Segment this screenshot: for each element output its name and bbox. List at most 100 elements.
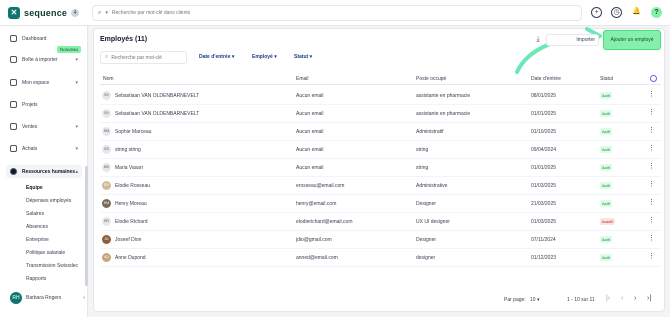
- more-vertical-icon[interactable]: ⋮: [648, 126, 655, 134]
- sidebar-subitem-salaires[interactable]: Salaires: [26, 211, 44, 217]
- user-profile[interactable]: RH Barbara Rogers ›: [10, 292, 85, 304]
- table-row[interactable]: JD Joseef Dion jdio@gmail.com Designer 0…: [100, 231, 661, 249]
- sidebar-item-projets[interactable]: Projets: [6, 98, 82, 111]
- table-row[interactable]: MV Maria Vasari Aucun email string 01/01…: [100, 159, 661, 177]
- page-range: 1 - 10 sur 11: [567, 297, 595, 303]
- bell-icon[interactable]: 🔔: [631, 7, 642, 18]
- help-icon[interactable]: ?: [651, 7, 662, 18]
- app-logo[interactable]: ✕ sequence 4: [8, 7, 80, 19]
- column-header-statut[interactable]: Statut: [600, 76, 613, 82]
- column-header-nom[interactable]: Nom: [103, 76, 114, 82]
- chevron-down-icon: ▾: [309, 54, 313, 60]
- people-icon: [10, 168, 17, 175]
- more-vertical-icon[interactable]: ⋮: [648, 144, 655, 152]
- avatar: JD: [102, 235, 111, 244]
- new-badge: Nouveau: [57, 46, 82, 53]
- add-employee-button[interactable]: Ajouter un employé: [603, 30, 661, 50]
- top-bar: ✕ sequence 4 ⌕ ▾ + ◷ 🔔 ?: [0, 0, 670, 26]
- table-row[interactable]: SS string string Aucun email string 09/0…: [100, 141, 661, 159]
- employee-email: henry@email.com: [296, 201, 337, 207]
- more-vertical-icon[interactable]: ⋮: [648, 108, 655, 116]
- per-page-label: Par page:: [504, 297, 526, 303]
- global-search-input[interactable]: [111, 10, 412, 16]
- sidebar-subitem-rapports[interactable]: Rapports: [26, 276, 46, 282]
- filter-employe[interactable]: Employé ▾: [252, 54, 277, 60]
- sidebar-subitem-depenses[interactable]: Dépenses employés: [26, 198, 71, 204]
- status-badge: Actif: [600, 92, 612, 99]
- employee-date: 01/10/2025: [531, 129, 557, 135]
- sidebar-subitem-entreprise[interactable]: Entreprise: [26, 237, 49, 243]
- next-page-icon[interactable]: ›: [634, 295, 636, 302]
- sidebar-item-mon-espace[interactable]: Mon espace ▾: [6, 76, 82, 89]
- chevron-down-icon: ▾: [75, 145, 78, 152]
- employee-email: Aucun email: [296, 129, 324, 135]
- chevron-down-icon[interactable]: ▾: [105, 10, 108, 16]
- logo-text: sequence: [24, 8, 68, 18]
- table-row[interactable]: HM Henry Moreau henry@email.com Designer…: [100, 195, 661, 213]
- plus-circle-icon[interactable]: +: [591, 7, 602, 18]
- status-badge: Actif: [600, 254, 612, 261]
- avatar: RH: [10, 292, 22, 304]
- last-page-icon[interactable]: ›|: [647, 295, 651, 302]
- employee-email: Aucun email: [296, 165, 324, 171]
- more-vertical-icon[interactable]: ⋮: [648, 180, 655, 188]
- global-search[interactable]: ⌕ ▾: [92, 5, 582, 21]
- clock-icon[interactable]: ◷: [611, 7, 622, 18]
- download-icon[interactable]: ⤓: [532, 34, 544, 46]
- sidebar-subitem-swissdec[interactable]: Transmission Swissdec: [26, 263, 78, 269]
- sidebar-scrollbar[interactable]: [85, 166, 88, 286]
- column-header-date[interactable]: Date d'entrée: [531, 76, 561, 82]
- more-vertical-icon[interactable]: ⋮: [648, 198, 655, 206]
- employee-name: string string: [115, 147, 141, 153]
- sidebar-item-ventes[interactable]: Ventes ▾: [6, 120, 82, 133]
- chevron-down-icon: ▾: [75, 56, 78, 63]
- employee-date: 01/01/2025: [531, 165, 557, 171]
- chevron-up-icon: ▴: [75, 168, 78, 175]
- avatar: ER: [102, 181, 111, 190]
- more-vertical-icon[interactable]: ⋮: [648, 252, 655, 260]
- sidebar-subitem-equipe[interactable]: Equipe: [26, 185, 43, 191]
- filter-date-entree[interactable]: Date d'entrée ▾: [199, 54, 234, 60]
- employee-name: Sophie Marceau: [115, 129, 152, 135]
- column-settings-icon[interactable]: [650, 75, 657, 82]
- status-badge: Actif: [600, 128, 612, 135]
- prev-page-icon[interactable]: ‹: [621, 295, 623, 302]
- user-name: Barbara Rogers: [26, 295, 62, 301]
- table-row[interactable]: ER Elodie Richard elodierichard@email.co…: [100, 213, 661, 231]
- table-search-input[interactable]: [111, 54, 182, 61]
- sidebar-subitem-politique[interactable]: Politique salariale: [26, 250, 65, 256]
- sidebar-item-ressources-humaines[interactable]: Ressources humaines ▴: [6, 165, 82, 178]
- more-vertical-icon[interactable]: ⋮: [648, 162, 655, 170]
- search-icon: ⌕: [98, 9, 102, 16]
- avatar: SV: [102, 109, 111, 118]
- more-vertical-icon[interactable]: ⋮: [648, 234, 655, 242]
- import-button[interactable]: Importer: [546, 34, 599, 46]
- per-page-select[interactable]: 10 ▾: [530, 297, 539, 303]
- table-row[interactable]: ER Elodie Rosseau erosseau@email.com Adm…: [100, 177, 661, 195]
- status-badge: Actif: [600, 110, 612, 117]
- table-row[interactable]: SM Sophie Marceau Aucun email Administra…: [100, 123, 661, 141]
- table-row[interactable]: SV Sebastiaan VAN OLDENBARNEVELT Aucun e…: [100, 87, 661, 105]
- logo-mark-icon: ✕: [8, 7, 20, 19]
- chevron-down-icon: ▾: [536, 297, 540, 303]
- table-row[interactable]: SV Sebastiaan VAN OLDENBARNEVELT Aucun e…: [100, 105, 661, 123]
- sidebar-subitem-absences[interactable]: Absences: [26, 224, 48, 230]
- more-vertical-icon[interactable]: ⋮: [648, 216, 655, 224]
- employee-role: string: [416, 147, 429, 153]
- first-page-icon[interactable]: |‹: [606, 295, 610, 302]
- employee-email: elodierichard@email.com: [296, 219, 353, 225]
- sidebar-item-achats[interactable]: Achats ▾: [6, 142, 82, 155]
- filter-statut[interactable]: Statut ▾: [294, 54, 312, 60]
- employee-date: 01/03/2025: [531, 183, 557, 189]
- sidebar-item-import[interactable]: Boîte à importer ▾: [6, 53, 82, 66]
- sidebar-item-dashboard[interactable]: Dashboard: [6, 32, 82, 45]
- column-header-poste[interactable]: Poste occupé: [416, 76, 446, 82]
- column-header-email[interactable]: Email: [296, 76, 309, 82]
- more-vertical-icon[interactable]: ⋮: [648, 90, 655, 98]
- avatar: MV: [102, 163, 111, 172]
- employee-role: Administratif: [416, 129, 444, 135]
- status-badge: Actif: [600, 164, 612, 171]
- table-row[interactable]: AD Anne Dupond anned@email.com designer …: [100, 249, 661, 267]
- table-search[interactable]: ⌕: [100, 51, 187, 64]
- status-badge: Actif: [600, 182, 612, 189]
